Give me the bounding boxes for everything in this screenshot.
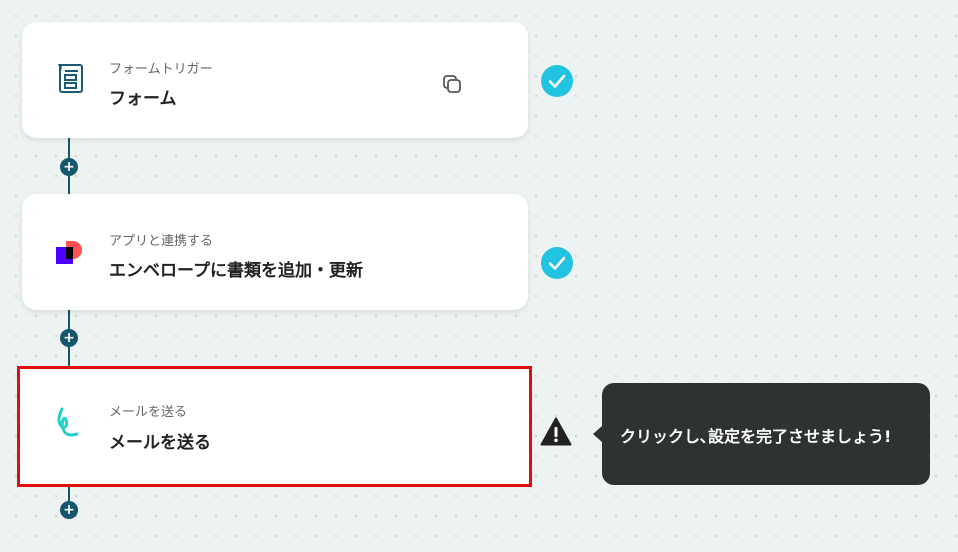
add-step-button[interactable]: + [60, 158, 78, 176]
step-type-label: アプリと連携する [109, 234, 214, 249]
step-title: フォーム [109, 89, 177, 109]
flow-step-card-send-mail[interactable]: メールを送る メールを送る [17, 366, 532, 487]
add-step-button[interactable]: + [60, 501, 78, 519]
warning-icon [540, 417, 572, 446]
copy-icon[interactable] [440, 72, 464, 96]
step-title: エンベロープに書類を追加・更新 [109, 261, 363, 281]
plus-icon: + [63, 159, 75, 175]
step-type-label: メールを送る [109, 405, 188, 420]
check-icon [541, 247, 573, 279]
docusign-app-icon [56, 241, 82, 264]
step-type-label: フォームトリガー [109, 62, 213, 77]
flow-step-card-form-trigger[interactable]: フォームトリガー フォーム [22, 22, 528, 138]
check-icon [541, 65, 573, 97]
step-title: メールを送る [109, 433, 211, 453]
yoom-mail-icon [57, 407, 79, 437]
flow-step-card-app-action[interactable]: アプリと連携する エンベロープに書類を追加・更新 [22, 194, 528, 310]
form-icon [58, 64, 83, 93]
tooltip-text: クリックし､設定を完了させましょう! [620, 427, 892, 446]
add-step-button[interactable]: + [60, 329, 78, 347]
plus-icon: + [63, 330, 75, 346]
plus-icon: + [63, 502, 75, 518]
setup-hint-tooltip: クリックし､設定を完了させましょう! [593, 383, 930, 485]
